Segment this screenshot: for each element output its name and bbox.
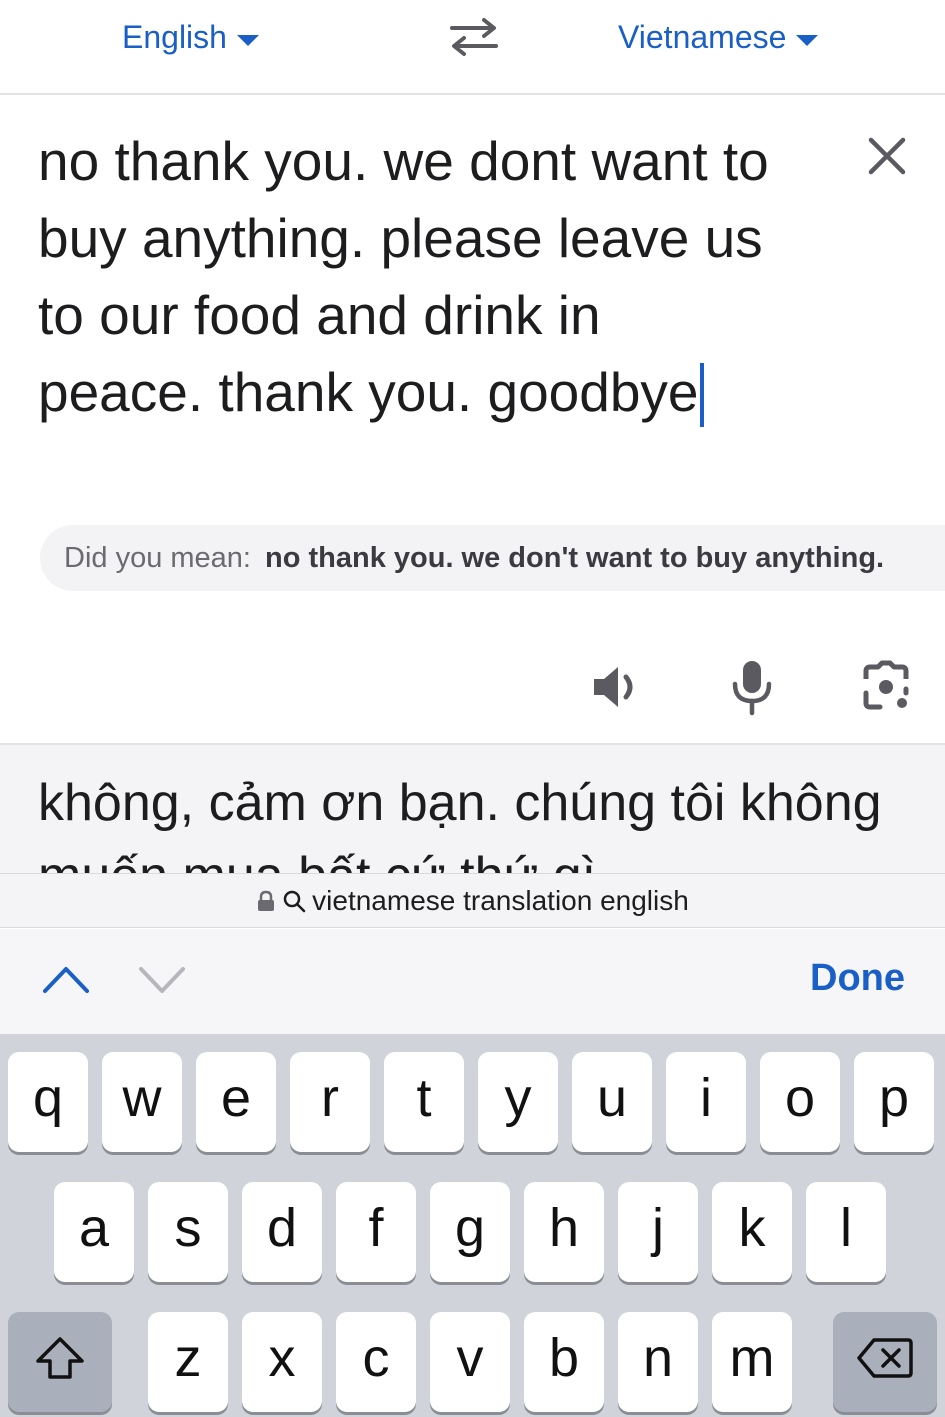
key-w[interactable]: w [102,1052,182,1152]
microphone-icon [732,661,772,716]
key-k[interactable]: k [712,1182,792,1282]
language-bar: English Vietnamese [0,0,945,95]
camera-translate-button[interactable] [856,657,916,717]
key-u[interactable]: u [572,1052,652,1152]
key-d[interactable]: d [242,1182,322,1282]
search-icon [283,890,306,912]
chevron-down-icon [139,967,185,993]
next-field-button[interactable] [136,959,188,999]
backspace-icon [857,1338,913,1378]
key-n[interactable]: n [618,1312,698,1412]
suggestion-label: Did you mean: [64,541,251,574]
translation-output-area: không, cảm ơn bạn. chúng tôi không muốn … [0,743,945,875]
key-y[interactable]: y [478,1052,558,1152]
key-s[interactable]: s [148,1182,228,1282]
listen-button[interactable] [588,657,648,717]
speaker-icon [594,667,633,707]
key-v[interactable]: v [430,1312,510,1412]
key-g[interactable]: g [430,1182,510,1282]
translate-screen: English Vietnamese no thank you. we dont… [0,0,945,1417]
did-you-mean-suggestion[interactable]: Did you mean: no thank you. we don't wan… [40,525,945,591]
chevron-down-icon [236,34,259,46]
keyboard-accessory-bar: Done [0,929,945,1034]
source-language-selector[interactable]: English [122,14,259,60]
key-l[interactable]: l [806,1182,886,1282]
key-h[interactable]: h [524,1182,604,1282]
previous-field-button[interactable] [40,959,92,999]
key-f[interactable]: f [336,1182,416,1282]
key-b[interactable]: b [524,1312,604,1412]
key-a[interactable]: a [54,1182,134,1282]
source-language-label: English [122,18,227,55]
source-input-area[interactable]: no thank you. we dont want to buy anythi… [0,97,945,743]
key-i[interactable]: i [666,1052,746,1152]
target-language-label: Vietnamese [618,18,787,55]
browser-url-bar[interactable]: vietnamese translation english [0,873,945,928]
key-m[interactable]: m [712,1312,792,1412]
key-t[interactable]: t [384,1052,464,1152]
url-text: vietnamese translation english [312,884,689,916]
chevron-up-icon [43,967,89,993]
text-cursor [699,363,704,427]
key-q[interactable]: q [8,1052,88,1152]
done-button[interactable]: Done [810,957,905,1000]
source-text: no thank you. we dont want to buy anythi… [38,130,769,423]
suggestion-text: no thank you. we don't want to buy anyth… [265,541,885,574]
source-text-input[interactable]: no thank you. we dont want to buy anythi… [38,123,778,431]
key-r[interactable]: r [290,1052,370,1152]
key-j[interactable]: j [618,1182,698,1282]
translation-text: không, cảm ơn bạn. chúng tôi không muốn … [38,774,882,875]
shift-icon [36,1337,84,1379]
clear-text-button[interactable] [862,131,912,181]
lock-icon [258,890,275,911]
swap-languages-button[interactable] [446,14,502,60]
key-x[interactable]: x [242,1312,322,1412]
chevron-down-icon [796,34,819,46]
key-e[interactable]: e [196,1052,276,1152]
key-o[interactable]: o [760,1052,840,1152]
camera-lens-icon [863,660,909,710]
backspace-key[interactable] [833,1312,937,1412]
key-c[interactable]: c [336,1312,416,1412]
close-icon [868,137,906,175]
target-language-selector[interactable]: Vietnamese [618,14,819,60]
key-z[interactable]: z [148,1312,228,1412]
swap-arrows-icon [450,18,498,56]
key-p[interactable]: p [854,1052,934,1152]
on-screen-keyboard: q w e r t y u i o p a s d f g h j k l z … [0,1034,945,1417]
shift-key[interactable] [8,1312,112,1412]
voice-input-button[interactable] [722,657,782,717]
